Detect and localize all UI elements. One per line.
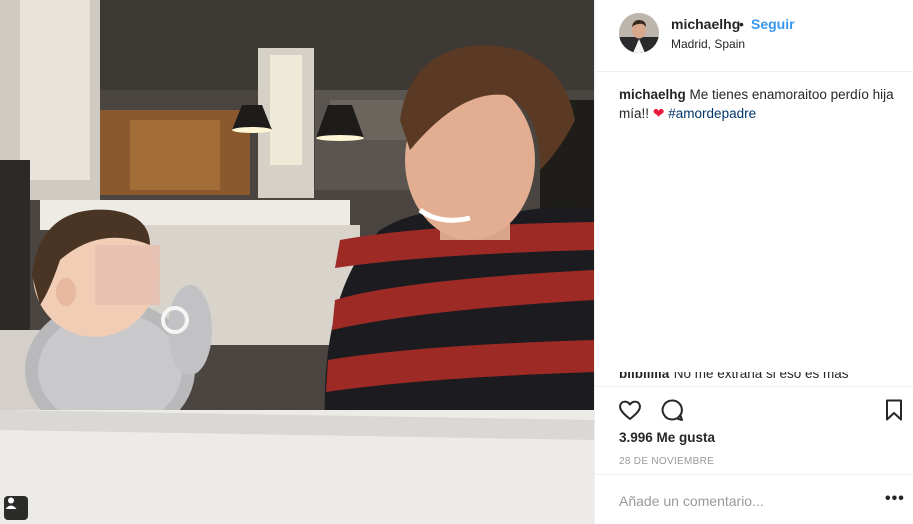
comment-input[interactable] bbox=[619, 490, 869, 512]
photo-illustration bbox=[0, 0, 594, 524]
avatar[interactable] bbox=[619, 13, 659, 53]
post-caption: michaelhg Me tienes enamoraitoo perdío h… bbox=[619, 86, 894, 123]
post-photo[interactable] bbox=[0, 0, 594, 524]
caption-username[interactable]: michaelhg bbox=[619, 87, 686, 102]
comment-bubble-icon[interactable] bbox=[659, 397, 685, 423]
username-link[interactable]: michaelhg bbox=[671, 16, 740, 32]
comment-text: No me extraña si eso es más bbox=[673, 372, 849, 381]
bookmark-icon[interactable] bbox=[881, 397, 907, 423]
post-header: michaelhg • Seguir Madrid, Spain bbox=[595, 0, 913, 72]
post-side-panel: michaelhg • Seguir Madrid, Spain michael… bbox=[594, 0, 913, 524]
hashtag-link[interactable]: #amordepadre bbox=[668, 106, 756, 121]
header-separator: • bbox=[739, 16, 744, 32]
follow-button[interactable]: Seguir bbox=[751, 16, 795, 32]
heart-outline-icon[interactable] bbox=[617, 397, 643, 423]
red-heart-emoji: ❤ bbox=[652, 105, 665, 121]
comment-row: ••• bbox=[595, 474, 913, 524]
likes-count[interactable]: 3.996 Me gusta bbox=[619, 430, 715, 445]
comment-username[interactable]: bilbililla bbox=[619, 372, 669, 381]
post-date[interactable]: 28 DE NOVIEMBRE bbox=[619, 456, 714, 467]
more-options-button[interactable]: ••• bbox=[885, 491, 905, 507]
location-link[interactable]: Madrid, Spain bbox=[671, 37, 745, 51]
partial-comment: bilbililla No me extraña si eso es más bbox=[619, 372, 894, 386]
tagged-user-icon[interactable] bbox=[4, 496, 28, 520]
action-bar bbox=[595, 386, 913, 430]
